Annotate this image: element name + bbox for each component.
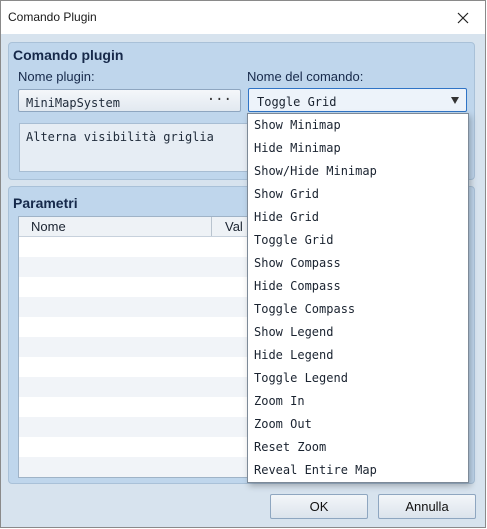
close-icon: [457, 12, 469, 23]
dropdown-option[interactable]: Reset Zoom: [248, 436, 468, 459]
dropdown-option[interactable]: Hide Grid: [248, 206, 468, 229]
dialog-window: Comando Plugin Comando plugin Nome plugi…: [0, 0, 486, 528]
ok-button[interactable]: OK: [270, 494, 368, 519]
browse-ellipsis-icon[interactable]: ···: [207, 92, 232, 108]
parameters-group-title: Parametri: [13, 195, 78, 211]
dropdown-option[interactable]: Show Legend: [248, 321, 468, 344]
column-separator[interactable]: [211, 217, 212, 236]
dropdown-option[interactable]: Hide Legend: [248, 344, 468, 367]
dropdown-option[interactable]: Show Grid: [248, 183, 468, 206]
dropdown-option[interactable]: Zoom In: [248, 390, 468, 413]
dropdown-option[interactable]: Zoom Out: [248, 413, 468, 436]
close-button[interactable]: [441, 1, 485, 34]
plugin-name-label: Nome plugin:: [18, 69, 95, 84]
plugin-group-title: Comando plugin: [13, 47, 124, 63]
plugin-name-field[interactable]: MiniMapSystem ···: [18, 89, 241, 112]
title-bar: Comando Plugin: [1, 1, 485, 34]
command-selected-value: Toggle Grid: [257, 95, 337, 109]
dropdown-option[interactable]: Reveal Entire Map: [248, 459, 468, 482]
command-dropdown-list[interactable]: Show Minimap Hide Minimap Show/Hide Mini…: [247, 113, 469, 483]
cancel-button[interactable]: Annulla: [378, 494, 476, 519]
dropdown-option[interactable]: Toggle Compass: [248, 298, 468, 321]
dropdown-option[interactable]: Hide Minimap: [248, 137, 468, 160]
dropdown-option[interactable]: Show Minimap: [248, 114, 468, 137]
window-title: Comando Plugin: [8, 10, 97, 24]
chevron-down-icon: [451, 97, 459, 104]
dropdown-option-selected[interactable]: Toggle Grid: [248, 229, 468, 252]
dropdown-option[interactable]: Show Compass: [248, 252, 468, 275]
command-select[interactable]: Toggle Grid: [248, 88, 467, 112]
dropdown-option[interactable]: Hide Compass: [248, 275, 468, 298]
column-header-name[interactable]: Nome: [31, 219, 66, 234]
dropdown-option[interactable]: Toggle Legend: [248, 367, 468, 390]
description-text: Alterna visibilità griglia: [26, 130, 214, 144]
dropdown-option[interactable]: Show/Hide Minimap: [248, 160, 468, 183]
column-header-value[interactable]: Val: [225, 219, 243, 234]
plugin-name-value: MiniMapSystem: [26, 96, 120, 110]
command-name-label: Nome del comando:: [247, 69, 364, 84]
